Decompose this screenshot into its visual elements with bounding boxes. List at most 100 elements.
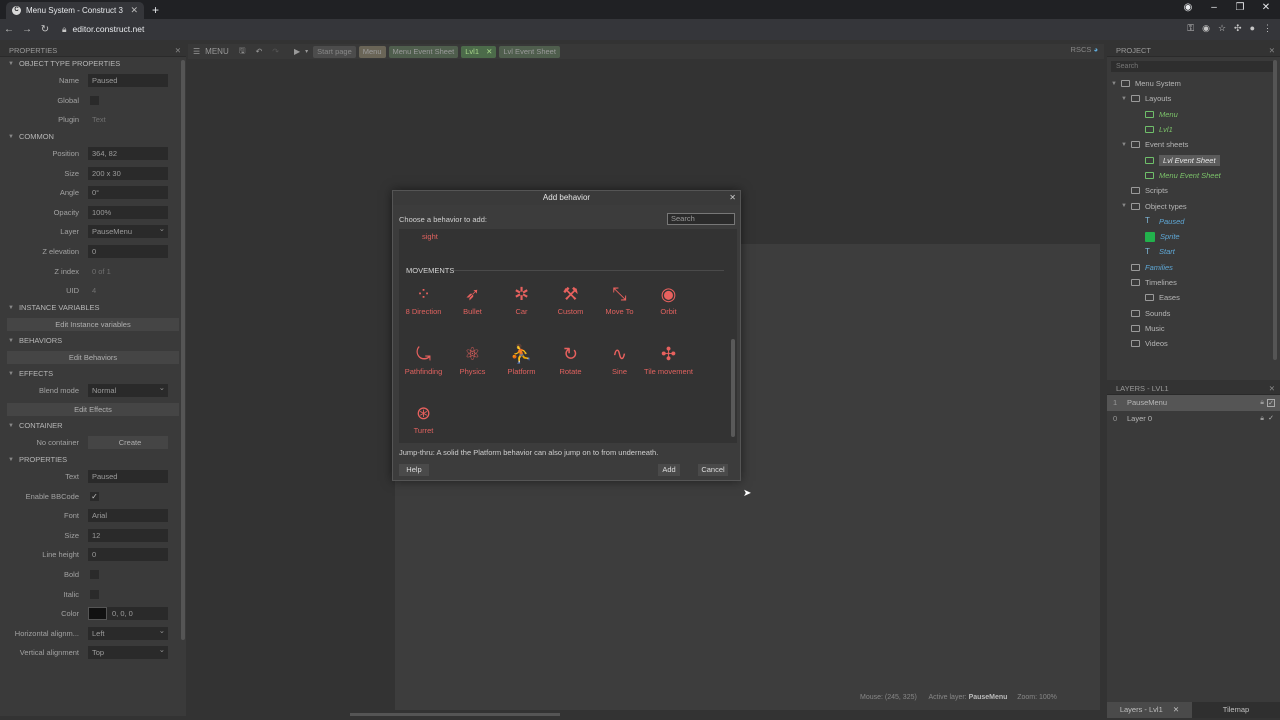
tree-root[interactable]: ▼ Menu System — [1107, 76, 1280, 91]
object-sprite[interactable]: Sprite — [1107, 229, 1280, 244]
tab-lvl1[interactable]: Lvl1 ✕ — [461, 45, 497, 58]
size-input[interactable]: 200 x 30 — [88, 166, 168, 180]
section-instance-variables[interactable]: ▼ INSTANCE VARIABLES — [0, 301, 186, 315]
close-tab-icon[interactable]: ✕ — [1173, 705, 1179, 714]
angle-input[interactable]: 0° — [88, 186, 168, 200]
project-search-input[interactable]: Search — [1111, 61, 1276, 72]
layout-lvl1[interactable]: Lvl1 — [1107, 122, 1280, 137]
opacity-input[interactable]: 100% — [88, 205, 168, 219]
folder-object-types[interactable]: ▼ Object types — [1107, 198, 1280, 213]
project-scrollbar[interactable] — [1273, 60, 1277, 360]
italic-checkbox[interactable] — [90, 589, 99, 599]
name-input[interactable]: Paused — [88, 74, 168, 88]
close-panel-icon[interactable]: ✕ — [1269, 44, 1275, 57]
edit-behaviors-button[interactable]: Edit Behaviors — [7, 350, 179, 364]
folder-families[interactable]: Families — [1107, 260, 1280, 275]
puzzle-icon[interactable]: ✣ — [1234, 23, 1242, 34]
tab-menu-event-sheet[interactable]: Menu Event Sheet — [388, 45, 459, 58]
star-icon[interactable]: ☆ — [1218, 23, 1226, 34]
section-effects[interactable]: ▼ EFFECTS — [0, 367, 186, 381]
z-elevation-input[interactable]: 0 — [88, 245, 168, 259]
event-sheet-lvl[interactable]: Lvl Event Sheet — [1107, 152, 1280, 167]
profile-icon[interactable]: ◉ — [1176, 2, 1200, 13]
close-window-icon[interactable]: ✕ — [1254, 2, 1278, 13]
redo-icon[interactable]: ↷ — [272, 47, 279, 56]
blend-mode-select[interactable]: Normal — [88, 383, 168, 397]
folder-videos[interactable]: Videos — [1107, 336, 1280, 351]
edit-effects-button[interactable]: Edit Effects — [7, 403, 179, 417]
folder-timelines[interactable]: Timelines — [1107, 275, 1280, 290]
visibility-checkbox[interactable]: ✓ — [1267, 399, 1275, 407]
section-properties[interactable]: ▼ PROPERTIES — [0, 453, 186, 467]
back-icon[interactable]: ← — [0, 24, 18, 35]
v-align-select[interactable]: Top — [88, 646, 168, 660]
kebab-menu-icon[interactable]: ⋮ — [1263, 23, 1272, 34]
behavior-line-of-sight[interactable]: sight — [422, 232, 438, 241]
font-size-input[interactable]: 12 — [88, 528, 168, 542]
properties-scrollbar[interactable] — [181, 60, 185, 640]
section-container[interactable]: ▼ CONTAINER — [0, 419, 186, 433]
section-common[interactable]: ▼ COMMON — [0, 130, 186, 144]
behavior-sine[interactable]: ∿ Sine — [595, 343, 644, 377]
behavior-turret[interactable]: ⊛ Turret — [399, 402, 448, 436]
behavior-rotate[interactable]: ↻ Rotate — [546, 343, 595, 377]
play-options-icon[interactable]: ▾ — [305, 48, 308, 55]
layer-select[interactable]: PauseMenu — [88, 225, 168, 239]
tab-start-page[interactable]: Start page — [313, 45, 356, 58]
event-sheet-menu[interactable]: Menu Event Sheet — [1107, 168, 1280, 183]
bbcode-checkbox[interactable]: ✓ — [90, 491, 99, 501]
horizontal-scrollbar[interactable] — [350, 713, 560, 716]
close-tab-icon[interactable]: ✕ — [130, 5, 138, 16]
cancel-button[interactable]: Cancel — [698, 464, 728, 476]
layer-row[interactable]: 1 PauseMenu 🔒︎ ✓ — [1107, 395, 1280, 411]
minimize-icon[interactable]: – — [1202, 2, 1226, 13]
behavior-platform[interactable]: ⛹ Platform — [497, 343, 546, 377]
font-input[interactable]: Arial — [88, 509, 168, 523]
edit-instance-variables-button[interactable]: Edit Instance variables — [7, 317, 179, 331]
bold-checkbox[interactable] — [90, 569, 99, 579]
tab-tilemap[interactable]: Tilemap — [1192, 702, 1280, 718]
folder-event-sheets[interactable]: ▼ Event sheets — [1107, 137, 1280, 152]
global-checkbox[interactable] — [90, 95, 99, 105]
tab-layers[interactable]: Layers - Lvl1 ✕ — [1107, 702, 1192, 718]
behavior-bullet[interactable]: ➶ Bullet — [448, 283, 497, 317]
folder-eases[interactable]: Eases — [1107, 290, 1280, 305]
behavior-pathfinding[interactable]: ⤿ Pathfinding — [399, 343, 448, 377]
folder-music[interactable]: Music — [1107, 321, 1280, 336]
behavior-orbit[interactable]: ◉ Orbit — [644, 283, 693, 317]
behavior-list-scrollbar[interactable] — [731, 339, 735, 437]
close-panel-icon[interactable]: ✕ — [175, 44, 181, 57]
visibility-checkbox[interactable]: ✓ — [1267, 415, 1275, 423]
folder-layouts[interactable]: ▼ Layouts — [1107, 91, 1280, 106]
color-swatch[interactable] — [88, 607, 107, 621]
section-object-type[interactable]: ▼ OBJECT TYPE PROPERTIES — [0, 57, 186, 71]
behavior-car[interactable]: ✲ Car — [497, 283, 546, 317]
position-input[interactable]: 364, 82 — [88, 147, 168, 161]
add-button[interactable]: Add — [658, 464, 680, 476]
avatar-icon[interactable]: ● — [1250, 23, 1255, 34]
behavior-8-direction[interactable]: ⁘ 8 Direction — [399, 283, 448, 317]
help-button[interactable]: Help — [399, 464, 429, 476]
behavior-move-to[interactable]: ⤡ Move To — [595, 283, 644, 317]
object-start[interactable]: T Start — [1107, 244, 1280, 259]
url-field[interactable]: 🔒︎ editor.construct.net — [62, 24, 144, 35]
lock-icon[interactable]: 🔒︎ — [1260, 411, 1264, 427]
close-icon[interactable]: ✕ — [729, 191, 736, 205]
layout-menu[interactable]: Menu — [1107, 107, 1280, 122]
reload-icon[interactable]: ↻ — [36, 24, 54, 35]
menu-button[interactable]: MENU — [205, 47, 229, 56]
undo-icon[interactable]: ↶ — [256, 47, 263, 56]
save-icon[interactable]: 🖫︎ — [239, 45, 246, 59]
folder-sounds[interactable]: Sounds — [1107, 305, 1280, 320]
tab-menu[interactable]: Menu — [358, 45, 386, 58]
restore-icon[interactable]: ❐ — [1228, 2, 1252, 13]
line-height-input[interactable]: 0 — [88, 548, 168, 562]
play-icon[interactable]: ▶ — [294, 47, 300, 56]
color-input[interactable]: 0, 0, 0 — [88, 607, 168, 621]
behavior-physics[interactable]: ⚛ Physics — [448, 343, 497, 377]
new-tab-button[interactable]: + — [152, 3, 159, 17]
create-container-button[interactable]: Create — [88, 436, 168, 450]
object-paused[interactable]: T Paused — [1107, 214, 1280, 229]
layer-row[interactable]: 0 Layer 0 🔒︎ ✓ — [1107, 411, 1280, 427]
folder-scripts[interactable]: Scripts — [1107, 183, 1280, 198]
